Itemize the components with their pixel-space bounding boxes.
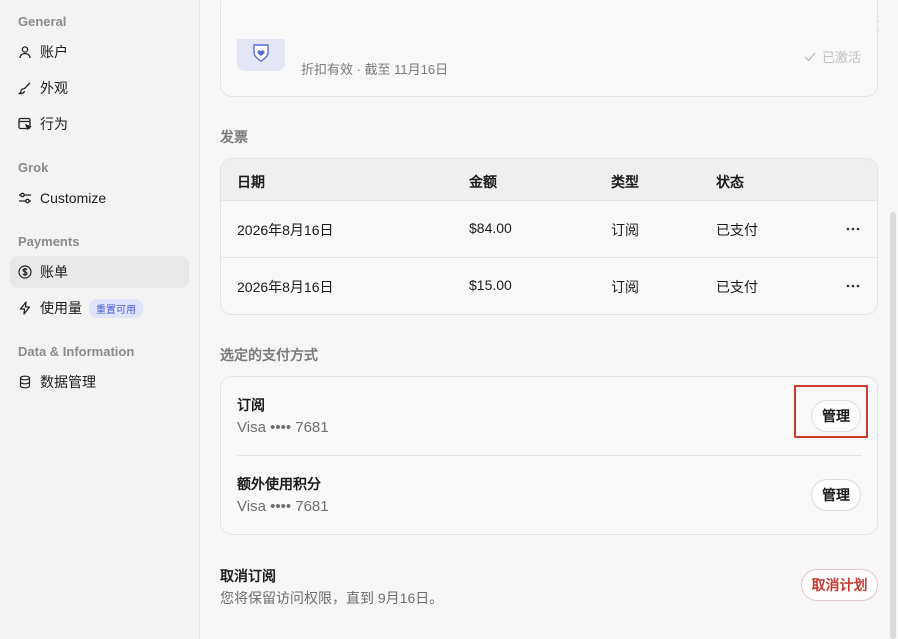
plan-card: 折扣有效 · 截至 11月16日 已激活 — [220, 0, 878, 97]
dollar-circle-icon — [18, 265, 32, 279]
invoices-table: 日期 金额 类型 状态 2026年8月16日 $84.00 订阅 已支付 202… — [220, 158, 878, 315]
sidebar-item-usage[interactable]: 使用量 重置可用 — [10, 292, 189, 324]
sidebar-item-label: 外观 — [40, 80, 68, 96]
sidebar-item-behavior[interactable]: 行为 — [10, 108, 189, 140]
divider — [237, 455, 862, 456]
sidebar-item-label: Customize — [40, 190, 107, 206]
user-icon — [18, 45, 32, 59]
highlight-box — [794, 385, 868, 438]
invoice-date: 2026年8月16日 — [237, 222, 334, 238]
section-title-data: Data & Information — [18, 344, 135, 359]
database-icon — [18, 375, 32, 389]
reset-available-badge: 重置可用 — [89, 298, 143, 318]
section-title-grok: Grok — [18, 160, 49, 175]
invoice-type: 订阅 — [611, 222, 639, 238]
column-header-status: 状态 — [716, 174, 744, 190]
cancel-subscription-title: 取消订阅 — [220, 568, 276, 584]
discount-text: 折扣有效 · 截至 11月16日 — [301, 62, 449, 77]
brush-icon — [18, 81, 32, 95]
manage-credits-button[interactable]: 管理 — [811, 479, 861, 511]
window-cursor-icon — [18, 117, 32, 131]
table-row: 2026年8月16日 $15.00 订阅 已支付 — [221, 258, 877, 314]
sidebar-item-account[interactable]: 账户 — [10, 36, 189, 68]
plan-status-label: 已激活 — [821, 50, 861, 65]
column-header-type: 类型 — [611, 174, 639, 190]
invoice-amount: $84.00 — [469, 220, 512, 236]
plan-image — [237, 39, 285, 71]
payment-section-title: 选定的支付方式 — [220, 347, 318, 363]
invoice-amount: $15.00 — [469, 277, 512, 293]
invoices-section-title: 发票 — [220, 129, 248, 145]
column-header-amount: 金额 — [469, 174, 497, 190]
sidebar-item-appearance[interactable]: 外观 — [10, 72, 189, 104]
payment-method-name: 额外使用积分 — [237, 476, 321, 492]
invoice-type: 订阅 — [611, 279, 639, 295]
table-row: 2026年8月16日 $84.00 订阅 已支付 — [221, 201, 877, 258]
check-icon — [804, 52, 816, 62]
invoice-status: 已支付 — [716, 279, 758, 295]
cancel-subscription-text: 您将保留访问权限，直到 9月16日。 — [220, 590, 444, 606]
column-header-date: 日期 — [237, 174, 265, 190]
sidebar-item-label: 行为 — [40, 116, 68, 132]
sliders-icon — [18, 191, 32, 205]
invoice-date: 2026年8月16日 — [237, 279, 334, 295]
section-title-payments: Payments — [18, 234, 80, 249]
sidebar-item-label: 使用量 — [40, 300, 82, 316]
payment-method-detail: Visa •••• 7681 — [237, 498, 329, 515]
heart-shield-icon — [253, 44, 269, 62]
row-more-button[interactable] — [843, 219, 863, 239]
payment-methods-card: 订阅 Visa •••• 7681 管理 额外使用积分 Visa •••• 76… — [220, 376, 878, 535]
sidebar-item-label: 账户 — [40, 44, 68, 60]
payment-method-detail: Visa •••• 7681 — [237, 419, 329, 436]
sidebar-item-billing[interactable]: 账单 — [10, 256, 189, 288]
plan-status: 已激活 — [804, 47, 861, 66]
sidebar-item-label: 数据管理 — [40, 374, 96, 390]
sidebar-item-customize[interactable]: Customize — [10, 182, 189, 214]
more-horizontal-icon — [846, 284, 860, 288]
sidebar-item-data-management[interactable]: 数据管理 — [10, 366, 189, 398]
table-header: 日期 金额 类型 状态 — [221, 159, 877, 201]
settings-sidebar: General 账户 外观 行为 Grok Customize Payments… — [0, 0, 200, 639]
invoice-status: 已支付 — [716, 222, 758, 238]
scrollbar[interactable] — [890, 212, 896, 639]
cancel-plan-button[interactable]: 取消计划 — [801, 569, 878, 601]
lightning-icon — [18, 301, 32, 315]
section-title-general: General — [18, 14, 67, 29]
payment-method-name: 订阅 — [237, 397, 265, 413]
more-horizontal-icon — [846, 227, 860, 231]
sidebar-item-label: 账单 — [40, 264, 68, 280]
row-more-button[interactable] — [843, 276, 863, 296]
